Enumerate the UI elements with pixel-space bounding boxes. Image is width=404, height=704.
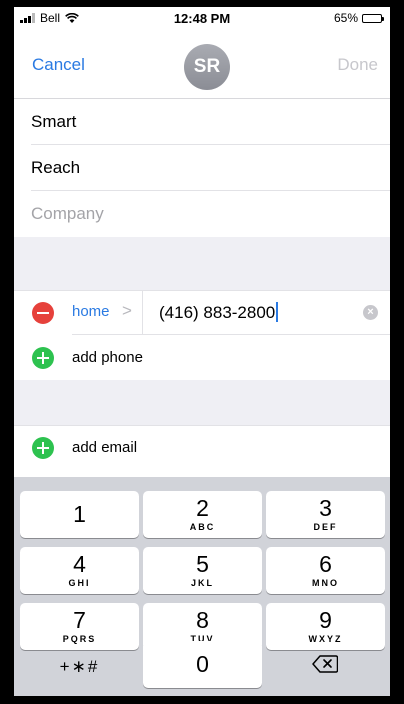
add-email-label: add email [72, 439, 138, 456]
phone-number-input[interactable]: (416) 883-2800 [159, 302, 279, 323]
backspace-icon [312, 655, 338, 673]
text-cursor [276, 302, 279, 322]
add-email-icon[interactable] [32, 437, 54, 459]
add-phone-label: add phone [72, 349, 143, 366]
backspace-key[interactable] [266, 641, 385, 688]
remove-phone-icon[interactable] [32, 302, 54, 324]
add-phone-icon[interactable] [32, 347, 54, 369]
last-name-field[interactable]: Reach [14, 145, 390, 191]
battery-icon [362, 13, 384, 23]
key-5[interactable]: 5 JKL [143, 547, 262, 594]
nav-bar: Cancel SR Done [14, 29, 390, 99]
first-name-value: Smart [31, 112, 77, 131]
key-2[interactable]: 2 ABC [143, 491, 262, 538]
add-email-row[interactable]: add email [14, 425, 390, 470]
company-field[interactable]: Company [14, 191, 390, 237]
key-symbols[interactable]: +∗# [20, 641, 139, 688]
section-spacer [14, 380, 390, 430]
key-0[interactable]: 0 [143, 641, 262, 688]
section-spacer [14, 237, 390, 290]
last-name-value: Reach [31, 158, 81, 177]
cancel-button[interactable]: Cancel [32, 55, 85, 75]
status-bar: Bell 12:48 PM 65% [14, 7, 390, 29]
phone-screen: Bell 12:48 PM 65% Cancel SR Done Smart R… [14, 7, 390, 696]
done-button[interactable]: Done [337, 55, 378, 75]
key-1[interactable]: 1 [20, 491, 139, 538]
divider [142, 290, 143, 335]
battery-percent: 65% [333, 11, 358, 25]
avatar[interactable]: SR [184, 44, 230, 90]
company-placeholder: Company [31, 204, 104, 223]
add-phone-row[interactable]: add phone [14, 335, 390, 380]
numeric-keypad: 1 2 ABC 3 DEF 4 GHI 5 JKL 6 MNO 7 PQRS 8… [14, 477, 390, 696]
key-3[interactable]: 3 DEF [266, 491, 385, 538]
clear-icon[interactable]: × [363, 305, 378, 320]
key-4[interactable]: 4 GHI [20, 547, 139, 594]
chevron-right-icon[interactable]: > [122, 301, 132, 321]
key-6[interactable]: 6 MNO [266, 547, 385, 594]
avatar-initials: SR [193, 56, 221, 77]
phone-label-home[interactable]: home [72, 303, 110, 320]
phone-number-value: (416) 883-2800 [159, 303, 276, 322]
phone-row: home > (416) 883-2800 × [14, 290, 390, 335]
first-name-field[interactable]: Smart [14, 99, 390, 145]
